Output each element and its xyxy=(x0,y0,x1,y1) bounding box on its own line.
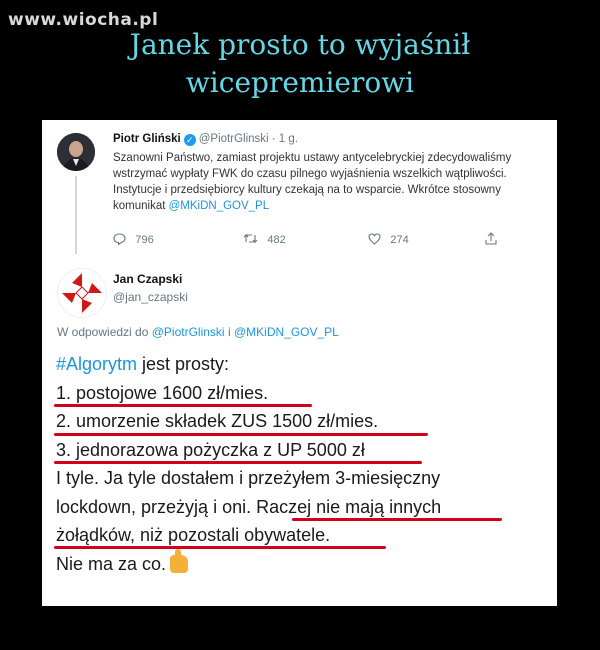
red-underline-4 xyxy=(292,518,502,521)
retweet-count: 482 xyxy=(267,234,286,246)
retweet-icon xyxy=(243,232,261,246)
tweet2-line-8-text: Nie ma za co. xyxy=(56,553,167,574)
tweet1-mention-link[interactable]: @MKiDN_GOV_PL xyxy=(169,200,270,212)
tweet1-time[interactable]: · 1 g. xyxy=(272,133,298,145)
avatar-jan-czapski[interactable] xyxy=(57,268,107,318)
tweet2-line-6: lockdown, przeżyją i oni. Raczej nie maj… xyxy=(56,493,546,522)
tweet2-handle[interactable]: @jan_czapski xyxy=(113,290,188,304)
hashtag-link[interactable]: #Algorytm xyxy=(56,354,137,374)
tweet2-text: #Algorytm jest prosty: 1. postojowe 1600… xyxy=(56,350,546,578)
tweet2-line-1-text: jest prosty: xyxy=(137,354,230,374)
tweet1-header: Piotr Gliński ✓ @PiotrGlinski · 1 g. xyxy=(113,133,298,146)
red-underline-2 xyxy=(54,433,428,436)
tweet-screenshot: Piotr Gliński ✓ @PiotrGlinski · 1 g. Szano… xyxy=(42,120,557,606)
tweet2-line-4: 3. jednorazowa pożyczka z UP 5000 zł xyxy=(56,439,365,460)
reply-mention-mkidn[interactable]: @MKiDN_GOV_PL xyxy=(234,325,339,339)
replying-to-label: W odpowiedzi do xyxy=(57,325,149,339)
meme-title-line-1: Janek prosto to wyjaśnił xyxy=(129,28,471,61)
reply-mention-piotr[interactable]: @PiotrGlinski xyxy=(152,325,225,339)
tweet1-author-name[interactable]: Piotr Gliński xyxy=(113,133,181,145)
reply-count: 796 xyxy=(135,234,154,246)
tweet2-author-name[interactable]: Jan Czapski xyxy=(113,272,182,286)
tweet2-line-6b: Raczej nie mają innych xyxy=(256,496,442,517)
thumbs-up-emoji-icon xyxy=(170,548,189,573)
tweet2-line-3: 2. umorzenie składek ZUS 1500 zł/mies. xyxy=(56,411,379,431)
meme-title: Janek prosto to wyjaśnił wicepremierowi xyxy=(0,26,600,102)
tweet2-line-8: Nie ma za co. xyxy=(56,548,546,579)
reply-button[interactable]: 796 xyxy=(113,232,154,246)
avatar-piotr-glinski[interactable] xyxy=(57,133,95,171)
thread-connector-line xyxy=(75,176,77,254)
checkerboard-logo-image xyxy=(58,269,106,317)
verified-badge-icon: ✓ xyxy=(183,134,196,146)
meme-title-line-2: wicepremierowi xyxy=(185,66,415,99)
red-underline-5 xyxy=(54,546,386,549)
tweet2-line-6a: lockdown, przeżyją i oni. xyxy=(56,496,257,517)
portrait-image xyxy=(57,133,95,171)
share-icon xyxy=(485,232,497,246)
tweet2-line-1: #Algorytm jest prosty: xyxy=(56,350,546,379)
red-underline-3 xyxy=(54,461,422,464)
tweet2-line-2: 1. postojowe 1600 zł/mies. xyxy=(56,382,269,403)
reply-icon xyxy=(113,232,129,246)
share-button[interactable] xyxy=(485,232,503,246)
like-count: 274 xyxy=(390,234,409,246)
reply-and-word: i xyxy=(227,325,231,339)
retweet-button[interactable]: 482 xyxy=(243,232,286,246)
red-underline-1 xyxy=(54,404,312,407)
tweet2-line-5: I tyle. Ja tyle dostałem i przeżyłem 3-m… xyxy=(56,468,441,488)
tweet1-text: Szanowni Państwo, zamiast projektu ustaw… xyxy=(113,150,538,214)
like-button[interactable]: 274 xyxy=(368,232,409,246)
replying-to-line: W odpowiedzi do @PiotrGlinski i @MKiDN_G… xyxy=(57,325,339,339)
heart-icon xyxy=(368,232,384,246)
tweet1-handle[interactable]: @PiotrGlinski xyxy=(199,133,269,145)
